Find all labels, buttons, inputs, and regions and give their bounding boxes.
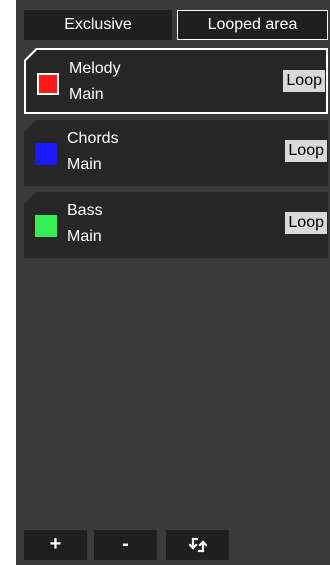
loop-button[interactable]: Loop (283, 70, 325, 92)
loop-button[interactable]: Loop (285, 140, 327, 162)
track-color-swatch (37, 73, 59, 95)
track-panel: Exclusive Looped area Melody Main Loop C… (16, 0, 330, 565)
track-color-swatch (35, 215, 57, 237)
track-name: Bass (67, 202, 103, 219)
add-track-button[interactable]: + (24, 530, 87, 560)
track-subtitle: Main (67, 156, 102, 173)
tab-exclusive[interactable]: Exclusive (24, 10, 172, 40)
tab-bar: Exclusive Looped area (16, 0, 330, 44)
remove-track-button[interactable]: - (94, 530, 157, 560)
track-name: Melody (69, 60, 121, 77)
track-item-bass[interactable]: Bass Main Loop (24, 192, 328, 258)
loop-button[interactable]: Loop (285, 212, 327, 234)
track-subtitle: Main (67, 228, 102, 245)
track-name: Chords (67, 130, 119, 147)
track-item-melody[interactable]: Melody Main Loop (24, 48, 328, 114)
track-subtitle: Main (69, 86, 104, 103)
track-item-chords[interactable]: Chords Main Loop (24, 120, 328, 186)
swap-arrows-icon (187, 537, 208, 553)
track-color-swatch (35, 143, 57, 165)
track-toolbar: + - (16, 530, 330, 565)
swap-tracks-button[interactable] (166, 530, 229, 560)
tab-looped-area[interactable]: Looped area (177, 10, 328, 40)
